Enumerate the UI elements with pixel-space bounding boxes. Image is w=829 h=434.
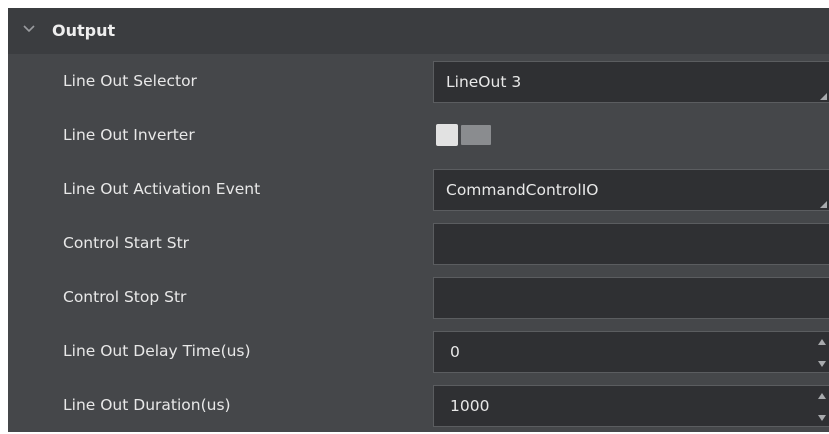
row-control-start-str: Control Start Str	[8, 218, 829, 272]
output-properties-panel: Output Line Out Selector LineOut 3 Line …	[8, 8, 829, 432]
toggle-knob	[436, 124, 458, 146]
line-out-duration-spinbox[interactable]: 1000	[433, 385, 829, 427]
dropdown-corner-icon	[820, 93, 827, 100]
line-out-inverter-label: Line Out Inverter	[63, 126, 195, 144]
line-out-duration-label: Line Out Duration(us)	[63, 396, 231, 414]
chevron-down-icon[interactable]	[20, 20, 38, 38]
row-control-stop-str: Control Stop Str	[8, 272, 829, 326]
spin-arrows-icon[interactable]	[817, 336, 827, 370]
row-line-out-duration: Line Out Duration(us) 1000	[8, 380, 829, 434]
row-line-out-inverter: Line Out Inverter	[8, 110, 829, 164]
dropdown-corner-icon	[820, 201, 827, 208]
line-out-selector-label: Line Out Selector	[63, 72, 197, 90]
row-line-out-activation-event: Line Out Activation Event CommandControl…	[8, 164, 829, 218]
section-header-output[interactable]: Output	[8, 8, 829, 54]
row-line-out-delay-time: Line Out Delay Time(us) 0	[8, 326, 829, 380]
spin-arrows-icon[interactable]	[817, 390, 827, 424]
section-title: Output	[52, 21, 116, 40]
line-out-selector-value: LineOut 3	[446, 73, 522, 91]
row-line-out-selector: Line Out Selector LineOut 3	[8, 56, 829, 110]
line-out-activation-event-value: CommandControlIO	[446, 181, 599, 199]
line-out-duration-value: 1000	[450, 397, 490, 415]
line-out-activation-event-dropdown[interactable]: CommandControlIO	[433, 169, 829, 211]
line-out-inverter-toggle[interactable]	[436, 124, 492, 146]
line-out-delay-time-value: 0	[450, 343, 460, 361]
line-out-delay-time-spinbox[interactable]: 0	[433, 331, 829, 373]
line-out-selector-dropdown[interactable]: LineOut 3	[433, 61, 829, 103]
control-start-str-input[interactable]	[433, 223, 829, 265]
line-out-delay-time-label: Line Out Delay Time(us)	[63, 342, 251, 360]
control-stop-str-label: Control Stop Str	[63, 288, 187, 306]
control-start-str-label: Control Start Str	[63, 234, 190, 252]
line-out-activation-event-label: Line Out Activation Event	[63, 180, 261, 198]
control-stop-str-input[interactable]	[433, 277, 829, 319]
toggle-track	[461, 125, 491, 145]
